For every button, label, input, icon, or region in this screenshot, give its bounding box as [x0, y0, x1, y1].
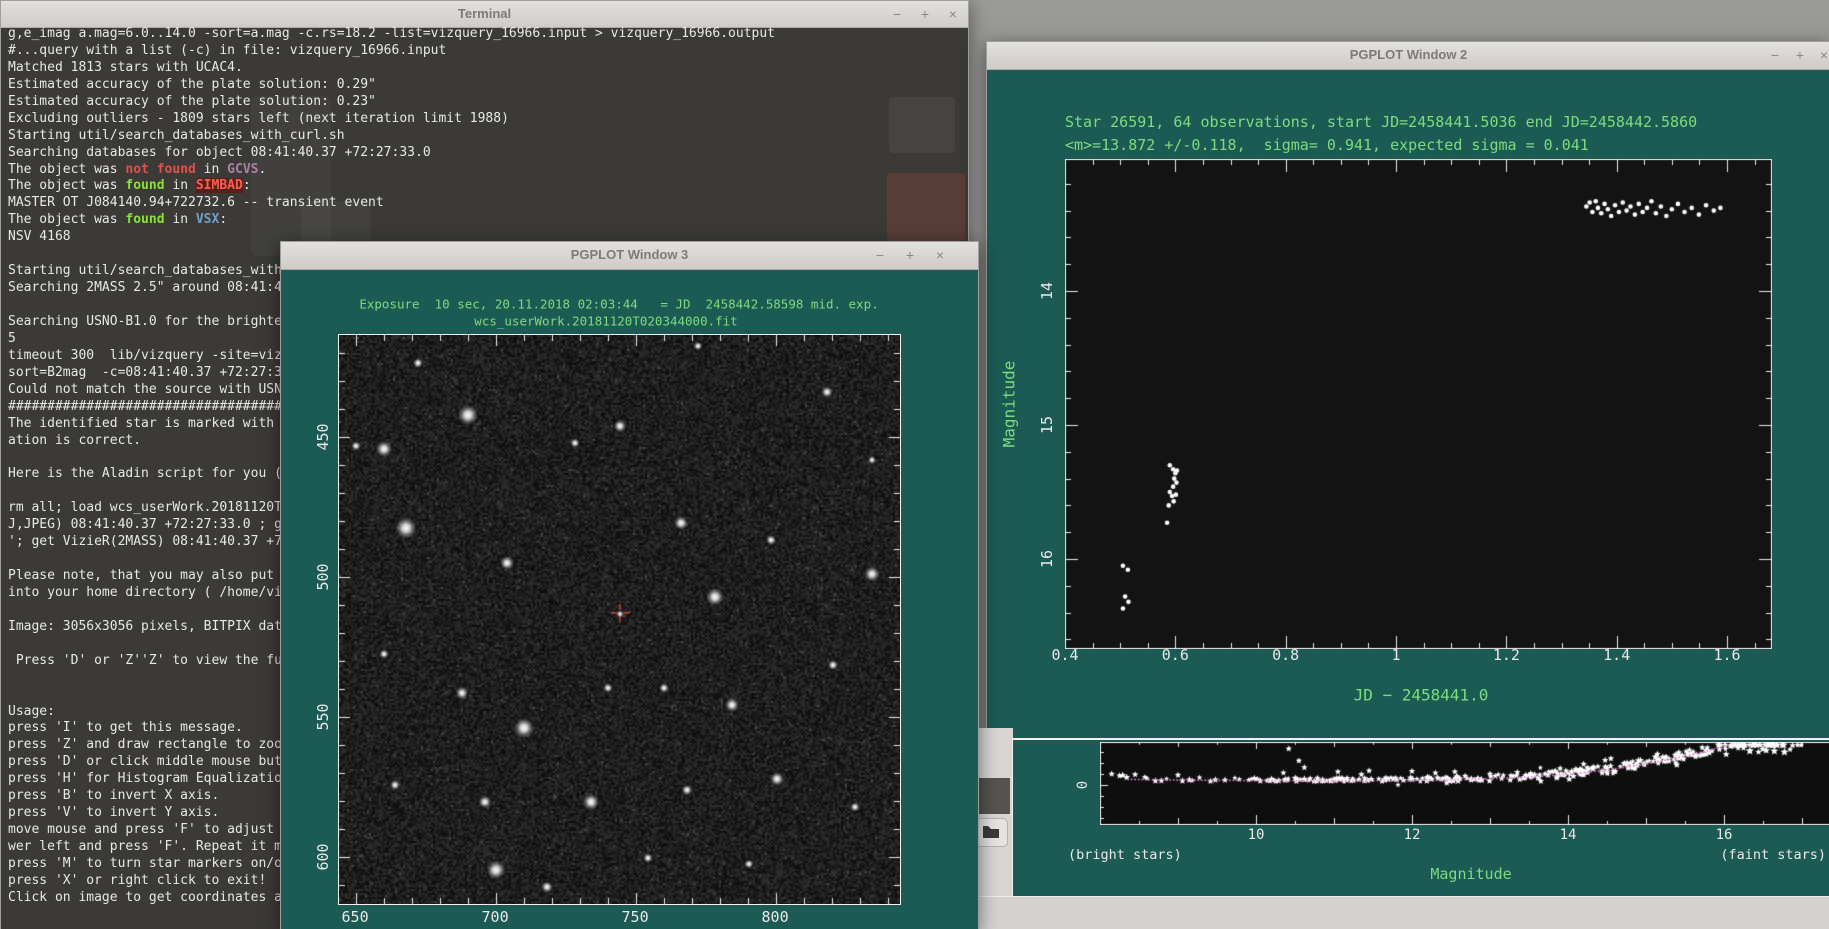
close-icon[interactable]: ×	[1814, 46, 1829, 64]
lightcurve-x-tick: 0.8	[1272, 646, 1299, 664]
minimize-icon[interactable]: −	[1765, 46, 1785, 64]
terminal-line: The object was found in VSX:	[8, 212, 961, 229]
maximize-icon[interactable]: +	[915, 5, 935, 23]
terminal-line: The object was not found in GCVS.	[8, 162, 961, 179]
terminal-titlebar[interactable]: Terminal − + ×	[1, 1, 968, 28]
starfield-image[interactable]	[338, 334, 901, 905]
terminal-line: The object was found in SIMBAD:	[8, 178, 961, 195]
starfield-x-tick: 650	[342, 908, 369, 926]
sigma-x-tick: 12	[1404, 827, 1421, 843]
starfield-y-tick: 600	[314, 843, 332, 870]
terminal-line: MASTER OT J084140.94+722732.6 -- transie…	[8, 195, 961, 212]
faint-stars-annotation: (faint stars)	[1720, 847, 1826, 863]
terminal-line: Excluding outliers - 1809 stars left (ne…	[8, 111, 961, 128]
terminal-line: g,e_imag a.mag=6.0..14.0 -sort=a.mag -c.…	[8, 26, 961, 43]
minimize-icon[interactable]: −	[870, 246, 890, 264]
lightcurve-x-tick: 1.2	[1493, 646, 1520, 664]
starfield-y-tick: 550	[314, 703, 332, 730]
pgplot3-header-line2: wcs_userWork.20181120T020344000.fit	[474, 314, 737, 329]
lightcurve-y-tick: 14	[1038, 282, 1056, 300]
pgplot2-titlebar[interactable]: PGPLOT Window 2 − + ×	[987, 42, 1829, 70]
lightcurve-x-axis-label: JD − 2458441.0	[1354, 686, 1489, 705]
pgplot2-header-line2: <m>=13.872 +/-0.118, sigma= 0.941, expec…	[1065, 136, 1589, 154]
sigma-plot[interactable]	[1100, 742, 1829, 825]
pgplot3-titlebar[interactable]: PGPLOT Window 3 − + ×	[281, 242, 978, 270]
terminal-line: Matched 1813 stars with UCAC4.	[8, 60, 961, 77]
terminal-line: Estimated accuracy of the plate solution…	[8, 77, 961, 94]
lightcurve-plot[interactable]	[1065, 159, 1772, 649]
pgplot3-header-line1: Exposure 10 sec, 20.11.2018 02:03:44 = J…	[359, 297, 878, 312]
sigma-y-zero-label: 0	[1075, 781, 1091, 789]
desktop: Terminal − + × g,e_imag a.mag=6.0..14.0 …	[0, 0, 1829, 929]
maximize-icon[interactable]: +	[1790, 46, 1810, 64]
lightcurve-x-tick: 1.6	[1713, 646, 1740, 664]
lightcurve-x-tick: 1.4	[1603, 646, 1630, 664]
folder-icon	[982, 825, 1000, 839]
starfield-x-tick: 700	[482, 908, 509, 926]
sigma-x-tick: 10	[1248, 827, 1265, 843]
starfield-x-tick: 750	[622, 908, 649, 926]
lightcurve-y-axis-label: Magnitude	[1000, 361, 1019, 448]
close-icon[interactable]: ×	[930, 246, 950, 264]
close-icon[interactable]: ×	[943, 5, 963, 23]
pgplot3-window[interactable]: PGPLOT Window 3 − + × Exposure 10 sec, 2…	[280, 241, 979, 929]
terminal-title: Terminal	[1, 6, 968, 21]
lightcurve-x-tick: 0.6	[1162, 646, 1189, 664]
starfield-y-tick: 450	[314, 423, 332, 450]
sigma-x-axis-label: Magnitude	[1430, 865, 1511, 883]
terminal-line: Estimated accuracy of the plate solution…	[8, 94, 961, 111]
starfield-x-tick: 800	[762, 908, 789, 926]
folder-button[interactable]	[976, 818, 1008, 847]
lightcurve-x-tick: 1	[1392, 646, 1401, 664]
pgplot2-window[interactable]: PGPLOT Window 2 − + × Star 26591, 64 obs…	[986, 41, 1829, 743]
bottom-window-strip	[966, 896, 1829, 929]
pgplot2-title: PGPLOT Window 2	[987, 47, 1829, 62]
sigma-x-tick: 16	[1716, 827, 1733, 843]
lightcurve-y-tick: 15	[1038, 416, 1056, 434]
starfield-y-tick: 500	[314, 563, 332, 590]
maximize-icon[interactable]: +	[900, 246, 920, 264]
terminal-line: #...query with a list (-c) in file: vizq…	[8, 43, 961, 60]
pgplot2-header-line1: Star 26591, 64 observations, start JD=24…	[1065, 113, 1697, 131]
sigma-window[interactable]: 0 10121416 (bright stars) (faint stars) …	[1012, 738, 1829, 898]
bright-stars-annotation: (bright stars)	[1068, 847, 1182, 863]
terminal-line: Searching databases for object 08:41:40.…	[8, 145, 961, 162]
terminal-line: Starting util/search_databases_with_curl…	[8, 128, 961, 145]
lightcurve-x-tick: 0.4	[1051, 646, 1078, 664]
sigma-x-tick: 14	[1560, 827, 1577, 843]
lightcurve-y-tick: 16	[1038, 550, 1056, 568]
minimize-icon[interactable]: −	[887, 5, 907, 23]
